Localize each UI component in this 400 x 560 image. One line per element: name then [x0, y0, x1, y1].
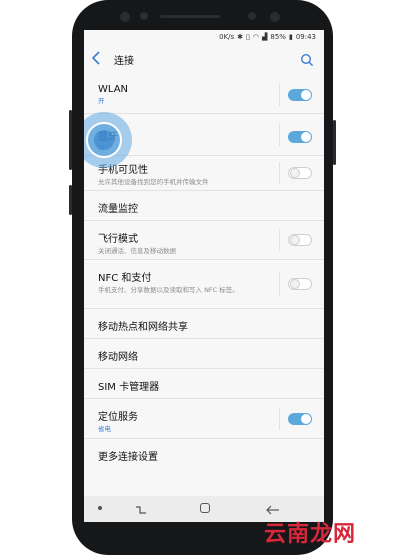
search-icon[interactable]: [300, 52, 314, 67]
setting-more-connection[interactable]: 更多连接设置: [84, 439, 324, 469]
battery-icon: ▮: [288, 33, 293, 41]
iris-scanner-icon: [248, 12, 256, 20]
bluetooth-status-icon: ✱: [237, 33, 244, 41]
setting-description: 手机支付、分享数据以及读取和写入 NFC 标签。: [98, 286, 239, 294]
sensor-icon: [140, 12, 148, 20]
network-speed: 0K/s: [219, 33, 235, 41]
setting-location[interactable]: 定位服务 省电: [84, 399, 324, 439]
setting-title: 更多连接设置: [98, 452, 158, 463]
app-header: 连接: [84, 44, 324, 74]
front-camera-icon: [120, 12, 130, 22]
recent-apps-icon[interactable]: [134, 502, 148, 521]
touch-point: [94, 130, 114, 150]
setting-sim-manager[interactable]: SIM 卡管理器: [84, 369, 324, 399]
visibility-toggle[interactable]: [288, 167, 312, 179]
phone-top-bezel: [110, 8, 295, 26]
home-icon[interactable]: [200, 503, 210, 513]
setting-title: 流量监控: [98, 204, 138, 215]
airplane-mode-toggle[interactable]: [288, 234, 312, 246]
back-arrow-icon[interactable]: [91, 51, 104, 67]
watermark-logo: 云南龙网: [264, 522, 357, 547]
wlan-toggle[interactable]: [288, 89, 312, 101]
setting-title: 移动热点和网络共享: [98, 322, 188, 333]
setting-hotspot-tethering[interactable]: 移动热点和网络共享: [84, 309, 324, 339]
setting-title: 移动网络: [98, 352, 138, 363]
speaker-grille: [160, 15, 220, 18]
setting-wlan[interactable]: WLAN 开: [84, 74, 324, 114]
phone-screen: 0K/s ✱ ▯ ◠ ▟ 85% ▮ 09:43 连接 WLAN 开 蓝牙 开: [84, 30, 324, 522]
nfc-toggle[interactable]: [288, 278, 312, 290]
bixby-button: [69, 185, 72, 215]
setting-mobile-network[interactable]: 移动网络: [84, 339, 324, 369]
wifi-status-icon: ◠: [252, 33, 259, 41]
setting-data-usage[interactable]: 流量监控: [84, 191, 324, 221]
volume-button: [69, 110, 72, 170]
proximity-sensor-icon: [270, 12, 280, 22]
battery-level: 85%: [270, 33, 286, 41]
setting-title: SIM 卡管理器: [98, 382, 160, 393]
setting-airplane-mode[interactable]: 飞行模式 关闭通话、信息及移动数据: [84, 221, 324, 260]
signal-icon: ▟: [262, 33, 268, 41]
vibrate-icon: ▯: [246, 33, 250, 41]
setting-nfc-payment[interactable]: NFC 和支付 手机支付、分享数据以及读取和写入 NFC 标签。: [84, 260, 324, 309]
status-bar: 0K/s ✱ ▯ ◠ ▟ 85% ▮ 09:43: [84, 30, 324, 44]
bluetooth-toggle[interactable]: [288, 131, 312, 143]
location-toggle[interactable]: [288, 413, 312, 425]
nav-dot-icon[interactable]: [98, 506, 102, 510]
page-title: 连接: [114, 55, 134, 67]
power-button: [333, 120, 336, 165]
clock: 09:43: [295, 33, 316, 41]
